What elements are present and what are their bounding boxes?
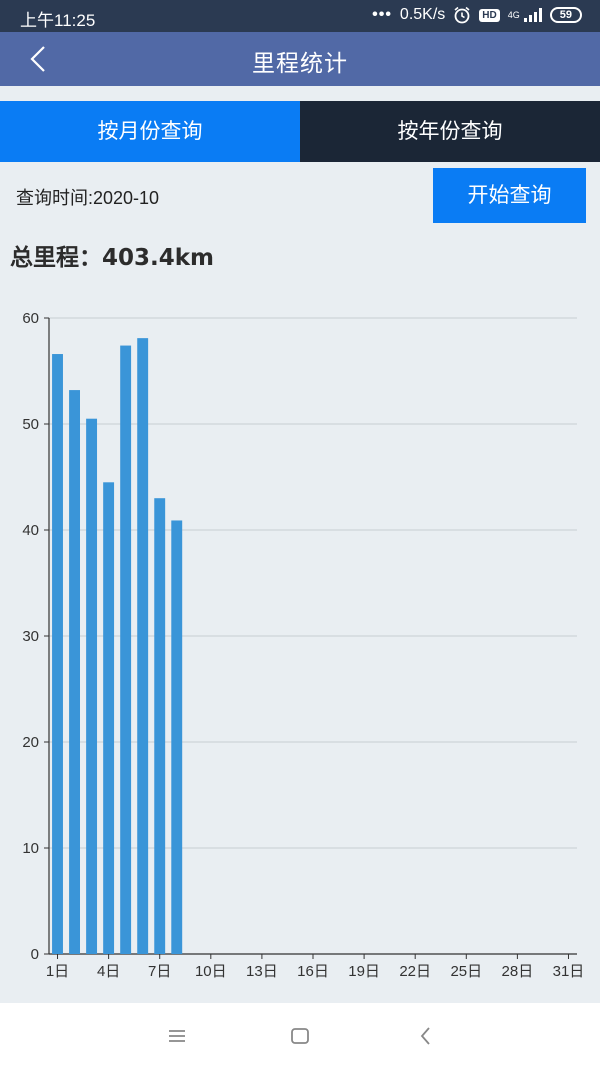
signal-icon — [523, 8, 542, 22]
x-tick-label: 4日 — [97, 963, 120, 980]
y-tick-label: 20 — [22, 734, 39, 751]
y-tick-label: 10 — [22, 840, 39, 857]
hd-badge: HD — [479, 8, 500, 22]
x-tick-label: 28日 — [502, 963, 534, 980]
x-tick-label: 7日 — [148, 963, 171, 980]
x-tick-label: 1日 — [46, 963, 69, 980]
y-tick-label: 50 — [22, 416, 39, 433]
battery-icon: 59 — [549, 7, 582, 23]
y-tick-label: 0 — [31, 946, 39, 963]
dots-icon: ••• — [372, 6, 392, 23]
app-header: 里程统计 — [0, 32, 600, 86]
network-type: 4G — [507, 9, 520, 20]
y-tick-label: 60 — [22, 310, 39, 327]
page-title: 里程统计 — [252, 51, 348, 77]
menu-icon[interactable] — [164, 1023, 190, 1049]
y-tick-label: 30 — [22, 628, 39, 645]
start-query-button[interactable]: 开始查询 — [433, 168, 586, 223]
network-speed: 0.5K/s — [399, 6, 446, 23]
status-bar: 上午11:25 ••• 0.5K/s HD 4G 59 — [0, 0, 600, 32]
tab-by-month[interactable]: 按月份查询 — [0, 101, 300, 162]
bar — [69, 390, 80, 954]
back-chevron-icon[interactable] — [413, 1023, 439, 1049]
x-tick-label: 22日 — [399, 963, 431, 980]
x-tick-label: 10日 — [195, 963, 227, 980]
x-tick-label: 19日 — [348, 963, 380, 980]
status-indicators: ••• 0.5K/s HD 4G 59 — [372, 6, 582, 24]
system-nav-bar — [0, 1003, 600, 1067]
x-tick-label: 16日 — [297, 963, 329, 980]
home-square-icon[interactable] — [287, 1023, 313, 1049]
bar — [154, 498, 166, 954]
x-tick-label: 25日 — [450, 963, 482, 980]
bar — [171, 520, 183, 954]
tab-by-year[interactable]: 按年份查询 — [300, 101, 600, 162]
x-tick-label: 13日 — [246, 963, 278, 980]
mileage-bar-chart: 0 10 20 30 40 50 60 1日 4日 7日 10日 13日 16日 19日 22日 25日 28日… — [22, 310, 585, 980]
x-tick-label: 31日 — [553, 963, 585, 980]
total-mileage: 总里程：403.4km — [10, 245, 215, 271]
bar — [52, 354, 63, 954]
query-time-label[interactable]: 查询时间:2020-10 — [16, 184, 159, 210]
bar — [86, 418, 98, 954]
query-mode-tabs: 按月份查询 按年份查询 — [0, 101, 600, 162]
status-time: 上午11:25 — [20, 11, 96, 30]
bar — [137, 338, 149, 954]
alarm-clock-icon — [454, 6, 470, 24]
bar — [120, 345, 132, 954]
y-tick-label: 40 — [22, 522, 39, 539]
bar — [103, 482, 115, 954]
